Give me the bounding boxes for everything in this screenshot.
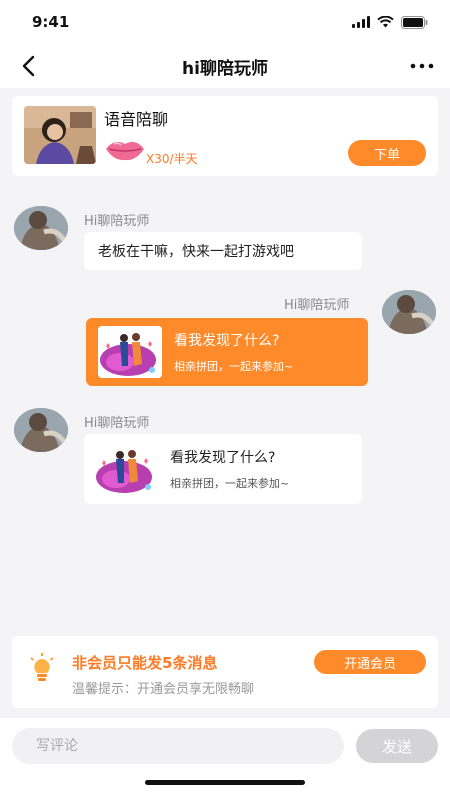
sender-name: Hi聊陪玩师 [284, 298, 350, 313]
service-card[interactable]: 语音陪聊 X30/半天 下单 [12, 96, 438, 176]
lips-icon [106, 141, 144, 161]
lightbulb-icon [30, 653, 54, 681]
invite-card[interactable]: 看我发现了什么? 相亲拼团，一起来参加~ [84, 434, 362, 504]
invite-title: 看我发现了什么? [170, 450, 276, 466]
open-membership-button[interactable]: 开通会员 [314, 650, 426, 674]
member-title: 非会员只能发5条消息 [72, 654, 218, 672]
status-icons [352, 15, 428, 29]
signal-icon [352, 16, 370, 28]
sender-name: Hi聊陪玩师 [84, 214, 150, 229]
home-indicator [145, 780, 305, 785]
wifi-icon [377, 16, 394, 28]
input-bar: 发送 [0, 718, 450, 800]
invite-subtitle: 相亲拼团，一起来参加~ [174, 360, 294, 373]
invite-card[interactable]: 看我发现了什么? 相亲拼团，一起来参加~ [86, 318, 368, 386]
service-photo [24, 106, 96, 164]
invite-thumbnail [94, 443, 158, 495]
message-text: 老板在干嘛，快来一起打游戏吧 [98, 244, 294, 260]
chevron-left-icon [22, 55, 35, 77]
battery-icon [401, 15, 428, 29]
send-button[interactable]: 发送 [356, 729, 438, 763]
status-bar: 9:41 [0, 0, 450, 44]
invite-subtitle: 相亲拼团，一起来参加~ [170, 477, 290, 490]
page-title: hi聊陪玩师 [182, 58, 268, 79]
sender-name: Hi聊陪玩师 [84, 416, 150, 431]
back-button[interactable] [14, 52, 42, 80]
more-button[interactable] [408, 52, 436, 80]
more-dots-icon [410, 63, 434, 69]
avatar[interactable] [14, 206, 68, 250]
status-time: 9:41 [32, 13, 70, 31]
service-price: X30/半天 [146, 152, 198, 166]
comment-input[interactable] [12, 728, 344, 764]
message-bubble[interactable]: 老板在干嘛，快来一起打游戏吧 [84, 232, 362, 270]
nav-bar: hi聊陪玩师 [0, 44, 450, 88]
invite-thumbnail [98, 326, 162, 378]
avatar[interactable] [382, 290, 436, 334]
order-button[interactable]: 下单 [348, 140, 426, 166]
member-banner: 非会员只能发5条消息 温馨提示：开通会员享无限畅聊 开通会员 [12, 636, 438, 708]
service-title: 语音陪聊 [104, 110, 169, 129]
member-tip: 温馨提示：开通会员享无限畅聊 [72, 682, 255, 697]
invite-title: 看我发现了什么? [174, 333, 280, 349]
avatar[interactable] [14, 408, 68, 452]
